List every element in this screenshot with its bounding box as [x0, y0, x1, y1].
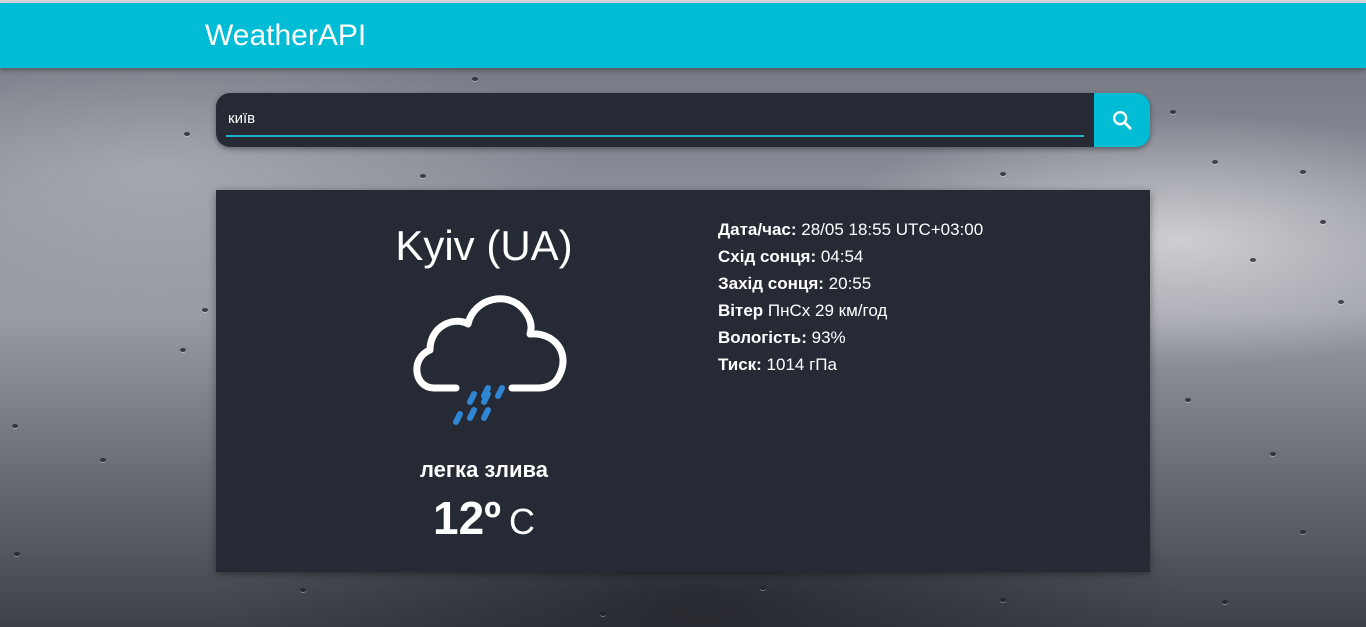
- raindrop: [1300, 530, 1306, 534]
- temperature: 12º C: [216, 490, 752, 550]
- detail-label: Тиск:: [718, 355, 762, 374]
- raindrop: [180, 348, 186, 352]
- detail-label: Дата/час:: [718, 220, 797, 239]
- raindrop: [760, 586, 766, 590]
- detail-value: 28/05 18:55 UTC+03:00: [801, 220, 984, 239]
- detail-value: 1014 гПа: [766, 355, 837, 374]
- raindrop: [202, 308, 208, 312]
- raindrop: [1170, 110, 1176, 114]
- raindrop: [1185, 398, 1191, 402]
- detail-value: 20:55: [828, 274, 872, 293]
- raindrop: [1000, 598, 1006, 602]
- raindrop: [1000, 172, 1006, 176]
- current-weather: Kyiv (UA) легка злива 12º C: [216, 190, 752, 572]
- raindrop: [472, 77, 478, 81]
- raindrop: [1270, 452, 1276, 456]
- raindrop: [1222, 600, 1228, 604]
- temperature-value: 12º: [433, 492, 501, 544]
- detail-wind: Вітер ПнСх 29 км/год: [718, 297, 983, 324]
- raindrop: [420, 174, 426, 178]
- detail-label: Вітер: [718, 301, 764, 320]
- city-name: Kyiv (UA): [395, 222, 573, 269]
- search-icon: [1113, 111, 1132, 130]
- raindrop: [12, 424, 18, 428]
- raindrop: [1320, 220, 1326, 224]
- cloud-rain-icon: [413, 295, 567, 425]
- raindrop: [100, 458, 106, 462]
- detail-pressure: Тиск: 1014 гПа: [718, 351, 983, 378]
- navbar: WeatherAPI: [0, 3, 1366, 68]
- search-bar: [216, 93, 1150, 147]
- temperature-unit: C: [508, 501, 535, 542]
- weather-details: Дата/час: 28/05 18:55 UTC+03:00 Схід сон…: [718, 216, 983, 378]
- detail-sunset: Захід сонця: 20:55: [718, 270, 983, 297]
- detail-value: 93%: [811, 328, 846, 347]
- raindrop: [300, 588, 306, 592]
- raindrop: [14, 552, 20, 556]
- detail-label: Схід сонця:: [718, 247, 817, 266]
- detail-datetime: Дата/час: 28/05 18:55 UTC+03:00: [718, 216, 983, 243]
- detail-value: 04:54: [820, 247, 864, 266]
- brand-logo[interactable]: WeatherAPI: [205, 19, 366, 53]
- raindrop: [1338, 300, 1344, 304]
- weather-description: легка злива: [419, 457, 549, 482]
- raindrop: [600, 612, 606, 616]
- search-button[interactable]: [1094, 93, 1150, 147]
- weather-card: Kyiv (UA) легка злива 12º C Дата/час: 28/…: [216, 190, 1150, 572]
- raindrop: [1300, 170, 1306, 174]
- detail-sunrise: Схід сонця: 04:54: [718, 243, 983, 270]
- raindrop: [1250, 258, 1256, 262]
- raindrop: [184, 132, 190, 136]
- city-search-input[interactable]: [226, 101, 1084, 137]
- detail-value: ПнСх 29 км/год: [767, 301, 888, 320]
- detail-humidity: Вологість: 93%: [718, 324, 983, 351]
- detail-label: Захід сонця:: [718, 274, 824, 293]
- detail-label: Вологість:: [718, 328, 807, 347]
- raindrop: [1212, 160, 1218, 164]
